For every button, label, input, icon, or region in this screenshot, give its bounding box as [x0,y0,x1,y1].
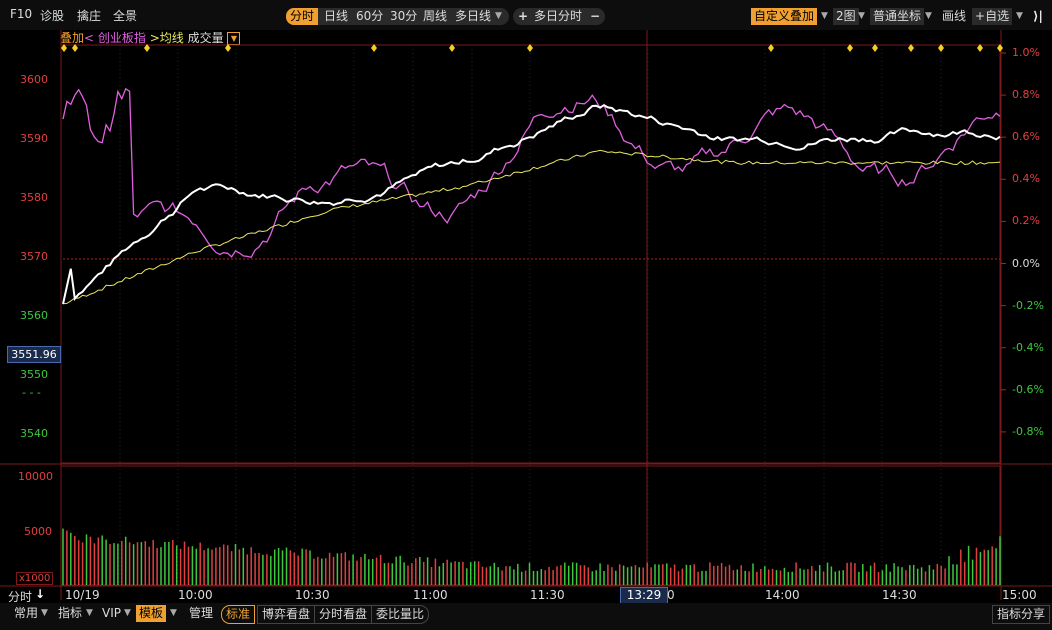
template-button[interactable]: 模板 [136,605,167,622]
percent-label-6: -0.2% [1012,298,1044,312]
cursor-time-tail: 0 [667,588,675,602]
vip-button[interactable]: VIP [102,605,121,622]
template-dropdown-icon[interactable]: ▼ [170,605,177,622]
common-dropdown-icon[interactable]: ▼ [41,605,48,622]
volume-bars [62,528,1001,585]
arrow-down-icon[interactable]: ↓ [35,587,45,601]
volume-unit-label: x1000 [16,572,54,585]
price-label-4: 3560 [20,308,48,322]
timeshare-view-tab[interactable]: 分时看盘 [314,605,373,624]
time-label-3: 11:00 [413,588,448,602]
percent-label-8: -0.6% [1012,382,1044,396]
index-line [62,87,1001,259]
price-label-6: 3540 [20,426,48,440]
price-label-3: 3570 [20,249,48,263]
time-label-5: 14:00 [765,588,800,602]
indicator-button[interactable]: 指标 [58,605,82,622]
time-label-1: 10:00 [178,588,213,602]
price-label-2: 3580 [20,191,48,205]
price-dash-marker: - - - [22,386,41,399]
manage-button[interactable]: 管理 [189,605,213,622]
percent-label-5: 0.0% [1012,256,1040,270]
price-label-5: 3550 [20,367,48,381]
indicator-dropdown-icon[interactable]: ▼ [86,605,93,622]
volume-label-5000: 5000 [24,525,52,538]
vip-dropdown-icon[interactable]: ▼ [124,605,131,622]
standard-tab[interactable]: 标准 [221,605,256,624]
percent-label-2: 0.6% [1012,130,1040,144]
time-label-0: 10/19 [65,588,100,602]
time-label-4: 11:30 [530,588,565,602]
time-label-6: 14:30 [882,588,917,602]
percent-label-7: -0.4% [1012,340,1044,354]
cursor-time-label: 13:29 [620,587,668,604]
common-button[interactable]: 常用 [14,605,38,622]
time-label-7: 15:00 [1002,588,1037,602]
price-label-1: 3590 [20,132,48,146]
percent-label-4: 0.2% [1012,214,1040,228]
chart-grid [63,30,1006,600]
share-indicator-button[interactable]: 指标分享 [992,605,1051,624]
percent-label-1: 0.8% [1012,88,1040,102]
percent-label-0: 1.0% [1012,46,1040,59]
price-label-0: 3600 [20,73,48,87]
current-price-label: 3551.96 [7,346,61,363]
percent-label-9: -0.8% [1012,424,1044,438]
percent-label-3: 0.4% [1012,172,1040,186]
chart-canvas [0,30,1052,600]
price-line [62,104,1001,305]
avg-line [62,149,1001,305]
volume-label-10000: 10000 [18,470,53,483]
bid-ratio-tab[interactable]: 委比量比 [371,605,430,624]
time-label-2: 10:30 [295,588,330,602]
game-view-tab[interactable]: 博弈看盘 [257,605,316,624]
